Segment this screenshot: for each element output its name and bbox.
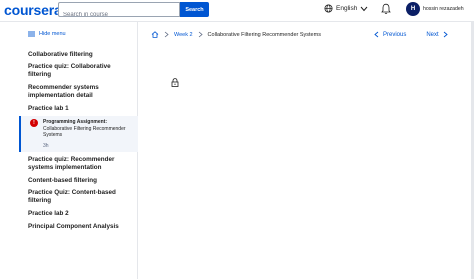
top-header: coursera Search English H hossin rezazad… [0,0,474,22]
sidebar-item-practice-lab-2[interactable]: Practice lab 2 [28,210,132,218]
user-name[interactable]: hossin rezazadeh [423,6,464,12]
language-label: English [336,5,358,12]
chevron-right-icon [198,31,203,38]
lock-icon [171,78,179,87]
chevron-down-icon [360,6,368,11]
chevron-left-icon[interactable] [374,31,379,38]
search-button[interactable]: Search [180,2,209,17]
search-box[interactable] [58,2,180,22]
active-item-duration: 3h [43,143,49,149]
sidebar-item-practice-quiz-implementation[interactable]: Practice quiz: Recommender systems imple… [28,156,132,172]
sidebar-item-practice-lab-1[interactable]: Practice lab 1 [28,105,132,113]
hide-menu-button[interactable]: Hide menu [28,31,66,37]
home-icon[interactable] [151,31,159,38]
coursera-logo[interactable]: coursera [4,2,62,18]
hide-menu-label: Hide menu [39,31,66,37]
sidebar-item-practice-quiz-collaborative[interactable]: Practice quiz: Collaborative filtering [28,63,132,79]
sidebar-item-content-based-filtering[interactable]: Content-based filtering [28,177,132,185]
alert-badge: ! [30,119,38,127]
next-button[interactable]: Next [426,32,438,38]
course-sidebar: Hide menu Collaborative filtering Practi… [19,22,138,279]
sidebar-item-pca[interactable]: Principal Component Analysis [28,223,132,231]
menu-icon [28,31,35,37]
sidebar-item-practice-quiz-content-based[interactable]: Practice Quiz: Content-based filtering [28,189,132,205]
chevron-right-icon [164,31,169,38]
globe-icon [324,4,333,13]
breadcrumb-week[interactable]: Week 2 [174,32,193,38]
chevron-right-icon[interactable] [443,31,448,38]
active-item-title: Collaborative Filtering Recommender Syst… [43,126,126,138]
breadcrumb: Week 2 Collaborative Filtering Recommend… [151,31,321,38]
avatar[interactable]: H [406,2,420,16]
bell-icon[interactable] [381,3,391,15]
active-item-type: Programming Assignment: [43,119,107,125]
pager: Previous Next [374,31,448,38]
sidebar-item-collaborative-filtering[interactable]: Collaborative filtering [28,51,132,59]
sidebar-item-programming-assignment[interactable]: ! Programming Assignment: Collaborative … [19,116,138,152]
language-selector[interactable]: English [324,4,368,13]
search-input[interactable] [59,8,179,22]
sidebar-item-implementation-detail[interactable]: Recommender systems implementation detai… [28,84,132,100]
previous-button[interactable]: Previous [383,32,406,38]
breadcrumb-current-page: Collaborative Filtering Recommender Syst… [207,31,321,38]
